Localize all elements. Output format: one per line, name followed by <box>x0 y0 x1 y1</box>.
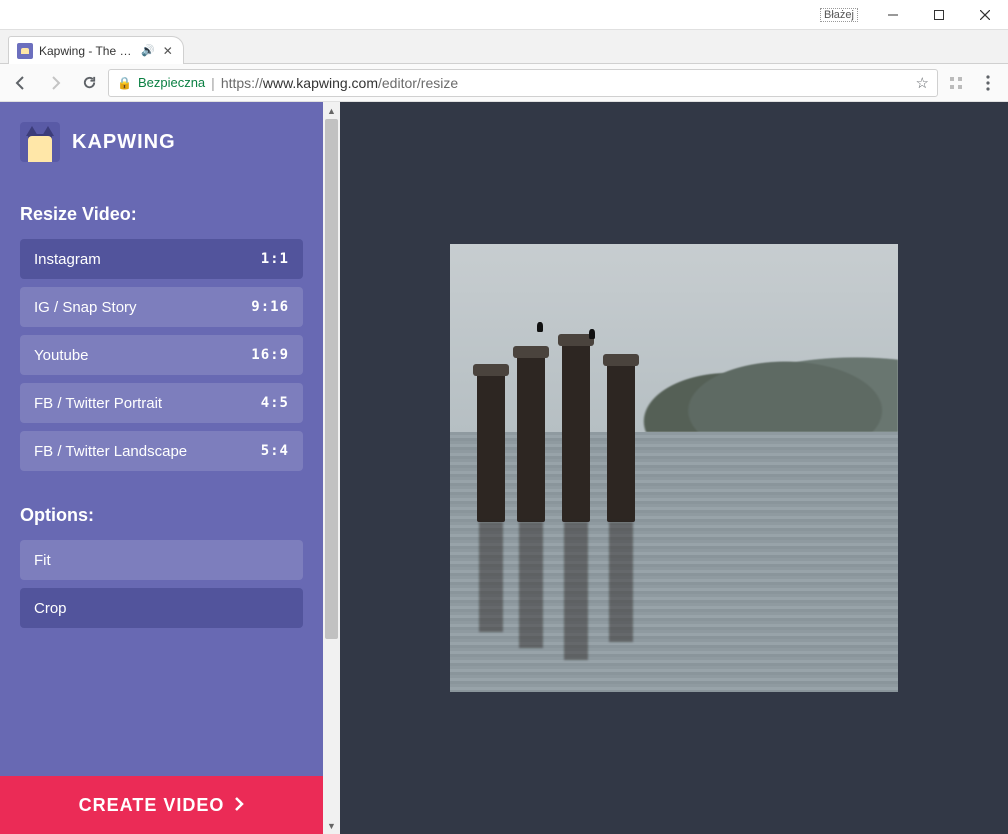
fit-options-list: Fit Crop <box>20 540 303 628</box>
window-minimize-button[interactable] <box>870 0 916 30</box>
resize-option[interactable]: FB / Twitter Landscape 5:4 <box>20 431 303 471</box>
resize-option[interactable]: Youtube 16:9 <box>20 335 303 375</box>
resize-option-label: IG / Snap Story <box>34 299 137 316</box>
window-titlebar: Błażej <box>0 0 1008 30</box>
browser-tab[interactable]: Kapwing - The Moder 🔊 ✕ <box>8 36 184 64</box>
secure-label: Bezpieczna <box>138 75 205 90</box>
brand-logo-icon <box>20 122 60 162</box>
tab-favicon-icon <box>17 43 33 59</box>
window-close-button[interactable] <box>962 0 1008 30</box>
lock-icon: 🔒 <box>117 76 132 90</box>
resize-option-ratio: 9:16 <box>251 299 289 315</box>
address-scheme: https:// <box>221 75 263 91</box>
nav-reload-button[interactable] <box>74 68 104 98</box>
scroll-up-icon[interactable]: ▲ <box>323 102 340 119</box>
brand-name: KAPWING <box>72 131 176 154</box>
brand-row: KAPWING <box>20 122 303 162</box>
resize-option-label: Youtube <box>34 347 89 364</box>
browser-menu-icon[interactable] <box>974 69 1002 97</box>
nav-back-button[interactable] <box>6 68 36 98</box>
address-host: www.kapwing.com <box>263 75 378 91</box>
sidebar-scrollbar[interactable]: ▲ ▼ <box>323 102 340 834</box>
fit-option[interactable]: Crop <box>20 588 303 628</box>
scroll-down-icon[interactable]: ▼ <box>323 817 340 834</box>
fit-option-label: Crop <box>34 600 67 617</box>
address-separator: | <box>211 75 215 91</box>
resize-option-ratio: 5:4 <box>261 443 289 459</box>
create-video-button[interactable]: CREATE VIDEO <box>0 776 323 834</box>
address-url: https://www.kapwing.com/editor/resize <box>221 75 458 91</box>
extension-icon[interactable] <box>942 69 970 97</box>
resize-option[interactable]: FB / Twitter Portrait 4:5 <box>20 383 303 423</box>
bookmark-star-icon[interactable]: ☆ <box>916 74 929 92</box>
browser-tabstrip: Kapwing - The Moder 🔊 ✕ <box>0 30 1008 64</box>
resize-option-ratio: 4:5 <box>261 395 289 411</box>
tab-audio-icon[interactable]: 🔊 <box>141 44 155 57</box>
video-preview[interactable] <box>450 244 898 692</box>
window-username: Błażej <box>820 8 858 22</box>
resize-section-title: Resize Video: <box>20 204 303 225</box>
window-maximize-button[interactable] <box>916 0 962 30</box>
fit-option-label: Fit <box>34 552 51 569</box>
tab-close-icon[interactable]: ✕ <box>161 44 175 58</box>
editor-canvas <box>340 102 1008 834</box>
options-section-title: Options: <box>20 505 303 526</box>
nav-forward-button[interactable] <box>40 68 70 98</box>
browser-toolbar: 🔒 Bezpieczna | https://www.kapwing.com/e… <box>0 64 1008 102</box>
resize-option-label: FB / Twitter Landscape <box>34 443 187 460</box>
page-content: KAPWING Resize Video: Instagram 1:1 IG / S… <box>0 102 1008 834</box>
resize-option[interactable]: IG / Snap Story 9:16 <box>20 287 303 327</box>
editor-sidebar: KAPWING Resize Video: Instagram 1:1 IG / S… <box>0 102 323 834</box>
scroll-thumb[interactable] <box>325 119 338 639</box>
resize-option-label: Instagram <box>34 251 101 268</box>
scroll-track[interactable] <box>323 119 340 817</box>
resize-options-list: Instagram 1:1 IG / Snap Story 9:16 Youtube 16… <box>20 239 303 471</box>
address-path: /editor/resize <box>378 75 458 91</box>
tab-title: Kapwing - The Moder <box>39 44 135 58</box>
resize-option-label: FB / Twitter Portrait <box>34 395 162 412</box>
resize-option-ratio: 16:9 <box>251 347 289 363</box>
resize-option-ratio: 1:1 <box>261 251 289 267</box>
chevron-right-icon <box>234 795 244 816</box>
create-video-label: CREATE VIDEO <box>79 795 225 816</box>
fit-option[interactable]: Fit <box>20 540 303 580</box>
resize-option[interactable]: Instagram 1:1 <box>20 239 303 279</box>
address-bar[interactable]: 🔒 Bezpieczna | https://www.kapwing.com/e… <box>108 69 938 97</box>
